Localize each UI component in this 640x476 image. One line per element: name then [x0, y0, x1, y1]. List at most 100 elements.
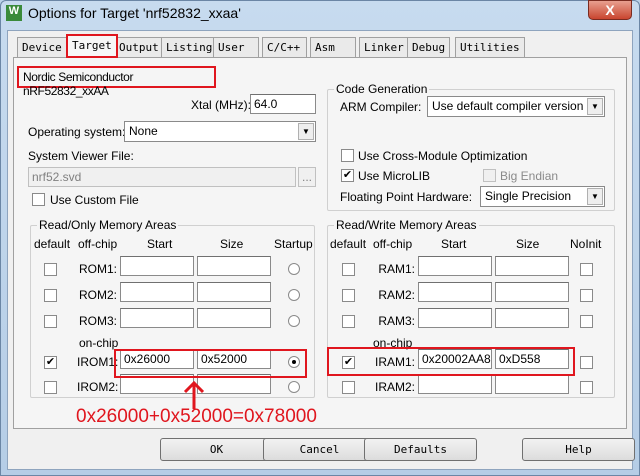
svf-browse-button[interactable]: ...: [298, 167, 316, 187]
rom3-startup-radio[interactable]: [288, 315, 300, 327]
tab-user[interactable]: User: [213, 37, 259, 57]
rom2-size-input[interactable]: [197, 282, 271, 302]
tab-output[interactable]: Output: [114, 37, 164, 57]
rom2-startup-radio[interactable]: [288, 289, 300, 301]
irom2-label: IROM2:: [77, 380, 119, 394]
big-endian-checkbox[interactable]: [483, 169, 496, 182]
irom1-highlight: [114, 349, 307, 378]
help-button[interactable]: Help: [522, 438, 635, 461]
rom3-start-input[interactable]: [120, 308, 194, 328]
code-generation-title: Code Generation: [334, 82, 430, 96]
ram3-label: RAM3:: [378, 314, 415, 328]
tab-cc[interactable]: C/C++: [262, 37, 307, 57]
fp-label: Floating Point Hardware:: [340, 190, 473, 204]
fp-value: Single Precision: [485, 189, 572, 203]
use-custom-file-checkbox[interactable]: [32, 193, 45, 206]
iram1-highlight: [327, 347, 575, 376]
irom2-startup-radio[interactable]: [288, 381, 300, 393]
chevron-down-icon: ▼: [298, 123, 314, 140]
svf-label: System Viewer File:: [28, 149, 134, 163]
tab-linker[interactable]: Linker: [359, 37, 409, 57]
ram3-noinit-checkbox[interactable]: [580, 315, 593, 328]
irom1-label: IROM1:: [77, 355, 119, 369]
annotation-text: 0x26000+0x52000=0x78000: [76, 406, 317, 427]
use-custom-file-label: Use Custom File: [50, 193, 139, 207]
tab-debug[interactable]: Debug: [407, 37, 451, 57]
cross-module-label: Use Cross-Module Optimization: [358, 149, 528, 163]
ro-header-default: default: [34, 237, 71, 251]
fp-select[interactable]: Single Precision ▼: [480, 186, 605, 207]
ro-header-offchip: off-chip: [78, 237, 118, 251]
rom2-label: ROM2:: [78, 288, 117, 302]
ram2-start-input[interactable]: [418, 282, 492, 302]
app-icon: W: [6, 5, 22, 21]
defaults-button[interactable]: Defaults: [364, 438, 477, 461]
iram1-noinit-checkbox[interactable]: [580, 356, 593, 369]
rom1-start-input[interactable]: [120, 256, 194, 276]
rom3-default-checkbox[interactable]: [44, 315, 57, 328]
ro-header-start: Start: [147, 237, 173, 251]
rom1-label: ROM1:: [78, 262, 117, 276]
tab-device[interactable]: Device: [17, 37, 67, 57]
cross-module-checkbox[interactable]: [341, 149, 354, 162]
window-title: Options for Target 'nrf52832_xxaa': [28, 5, 241, 21]
compiler-label: ARM Compiler:: [340, 100, 422, 114]
rom1-startup-radio[interactable]: [288, 263, 300, 275]
chevron-down-icon: ▼: [587, 188, 603, 205]
ram1-start-input[interactable]: [418, 256, 492, 276]
ram3-default-checkbox[interactable]: [342, 315, 355, 328]
rom2-start-input[interactable]: [120, 282, 194, 302]
irom2-default-checkbox[interactable]: [44, 381, 57, 394]
ram1-size-input[interactable]: [495, 256, 569, 276]
iram2-noinit-checkbox[interactable]: [580, 381, 593, 394]
ram2-size-input[interactable]: [495, 282, 569, 302]
rw-header-offchip: off-chip: [373, 237, 413, 251]
ro-onchip-label: on-chip: [79, 336, 119, 350]
ro-header-startup: Startup: [274, 237, 313, 251]
os-label: Operating system:: [28, 125, 126, 139]
rom1-default-checkbox[interactable]: [44, 263, 57, 276]
os-select[interactable]: None ▼: [124, 121, 316, 142]
ram3-size-input[interactable]: [495, 308, 569, 328]
chevron-down-icon: ▼: [587, 98, 603, 115]
rom1-size-input[interactable]: [197, 256, 271, 276]
microlib-checkbox[interactable]: ✔: [341, 169, 354, 182]
close-button[interactable]: X: [588, 0, 632, 20]
ram2-default-checkbox[interactable]: [342, 289, 355, 302]
rom3-label: ROM3:: [78, 314, 117, 328]
iram2-label: IRAM2:: [375, 380, 416, 394]
ram1-default-checkbox[interactable]: [342, 263, 355, 276]
big-endian-label: Big Endian: [500, 169, 559, 183]
rw-header-noinit: NoInit: [570, 237, 602, 251]
svf-input[interactable]: nrf52.svd: [28, 167, 296, 187]
ram2-label: RAM2:: [378, 288, 415, 302]
os-value: None: [129, 124, 158, 138]
tab-target[interactable]: Target: [66, 34, 118, 58]
tab-utilities[interactable]: Utilities: [455, 37, 525, 57]
iram2-default-checkbox[interactable]: [342, 381, 355, 394]
device-name: Nordic Semiconductor nRF52832_xxAA: [17, 66, 216, 98]
compiler-select[interactable]: Use default compiler version 5 ▼: [427, 96, 605, 117]
ro-memory-title: Read/Only Memory Areas: [37, 218, 179, 232]
iram2-size-input[interactable]: [495, 374, 569, 394]
tab-asm[interactable]: Asm: [310, 37, 356, 57]
ok-button[interactable]: OK: [160, 438, 273, 461]
rom3-size-input[interactable]: [197, 308, 271, 328]
ram1-label: RAM1:: [378, 262, 415, 276]
tab-listing[interactable]: Listing: [161, 37, 218, 57]
rw-header-size: Size: [516, 237, 540, 251]
iram2-start-input[interactable]: [418, 374, 492, 394]
ram2-noinit-checkbox[interactable]: [580, 289, 593, 302]
rom2-default-checkbox[interactable]: [44, 289, 57, 302]
microlib-label: Use MicroLIB: [358, 169, 431, 183]
compiler-value: Use default compiler version 5: [432, 99, 594, 113]
rw-header-default: default: [330, 237, 367, 251]
ram1-noinit-checkbox[interactable]: [580, 263, 593, 276]
xtal-label: Xtal (MHz):: [191, 98, 251, 112]
rw-memory-title: Read/Write Memory Areas: [334, 218, 479, 232]
rw-header-start: Start: [441, 237, 467, 251]
xtal-input[interactable]: 64.0: [250, 94, 316, 114]
irom1-default-checkbox[interactable]: ✔: [44, 356, 57, 369]
ram3-start-input[interactable]: [418, 308, 492, 328]
cancel-button[interactable]: Cancel: [263, 438, 376, 461]
